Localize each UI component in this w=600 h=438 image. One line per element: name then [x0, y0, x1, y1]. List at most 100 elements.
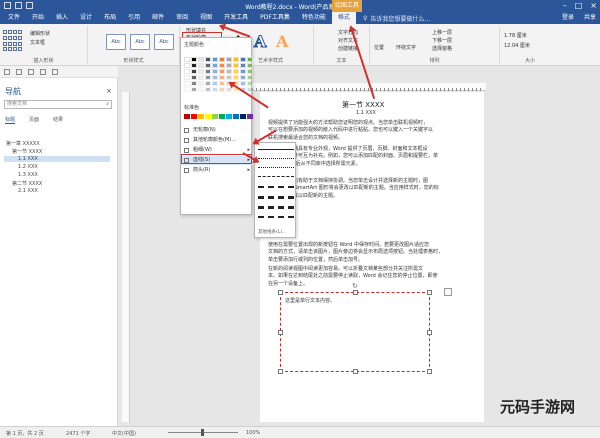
color-swatch[interactable] — [198, 57, 204, 62]
search-icon[interactable]: ⌕ — [106, 101, 109, 108]
dash-style-square-dot[interactable] — [258, 167, 294, 168]
tab-mailings[interactable]: 邮件 — [146, 12, 170, 24]
color-swatch[interactable] — [247, 87, 253, 92]
nav-tab-pages[interactable]: 页面 — [29, 116, 39, 124]
wrap-text-button[interactable]: 环绕文字 — [396, 44, 416, 51]
selection-pane-button[interactable]: 选择窗格 — [432, 45, 452, 52]
standard-color-swatch[interactable] — [205, 114, 211, 119]
nav-item-1-3[interactable]: 1.3 XXX — [18, 172, 38, 178]
color-swatch[interactable] — [212, 69, 218, 74]
more-lines-item[interactable]: 其他线条(L)... — [258, 229, 286, 235]
color-swatch[interactable] — [191, 63, 197, 68]
dash-style-long-dash-dot[interactable] — [258, 206, 294, 209]
shape-style-2[interactable]: Abc — [130, 34, 150, 50]
color-swatch[interactable] — [184, 63, 190, 68]
color-swatch[interactable] — [184, 75, 190, 80]
position-button[interactable]: 位置 — [374, 44, 384, 51]
color-swatch[interactable] — [240, 63, 246, 68]
nav-item-2-1[interactable]: 2.1 XXX — [18, 188, 38, 194]
standard-color-swatch[interactable] — [212, 114, 218, 119]
close-icon[interactable]: × — [106, 87, 112, 95]
nav-tool-icon[interactable] — [4, 68, 10, 75]
color-swatch[interactable] — [240, 75, 246, 80]
color-swatch[interactable] — [205, 87, 211, 92]
standard-color-swatch[interactable] — [233, 114, 239, 119]
standard-color-row[interactable] — [184, 114, 253, 119]
resize-handle[interactable] — [427, 330, 432, 335]
standard-color-swatch[interactable] — [240, 114, 246, 119]
edit-shape-button[interactable]: 编辑形状 — [30, 30, 50, 37]
resize-handle[interactable] — [353, 369, 358, 374]
send-backward-button[interactable]: 下移一层 — [432, 37, 452, 44]
nav-item-1-2[interactable]: 1.2 XXX — [18, 164, 38, 170]
color-swatch[interactable] — [191, 75, 197, 80]
dash-style-long-dash-dot-dot[interactable] — [258, 216, 294, 218]
color-swatch[interactable] — [233, 75, 239, 80]
nav-tool-icon[interactable] — [40, 68, 46, 75]
share-button[interactable]: 共享 — [584, 12, 596, 24]
shape-width-field[interactable]: 12.04 厘米 — [504, 42, 530, 49]
color-swatch[interactable] — [198, 63, 204, 68]
selected-textbox[interactable]: ↻ 这里是单行文本内容。 — [278, 282, 432, 374]
tab-insert[interactable]: 插入 — [50, 12, 74, 24]
color-swatch[interactable] — [184, 57, 190, 62]
textbox-content[interactable]: 这里是单行文本内容。 — [285, 297, 335, 304]
nav-tab-headings[interactable]: 标题 — [5, 116, 16, 124]
create-link-button[interactable]: 创建链接 — [338, 45, 358, 52]
wordart-style-3[interactable]: A — [276, 32, 288, 51]
nav-tool-icon[interactable] — [28, 68, 34, 75]
color-swatch[interactable] — [212, 57, 218, 62]
nav-tab-results[interactable]: 结果 — [53, 116, 63, 124]
close-icon[interactable]: × — [590, 1, 597, 10]
color-swatch[interactable] — [184, 69, 190, 74]
color-swatch[interactable] — [212, 87, 218, 92]
color-swatch[interactable] — [247, 75, 253, 80]
no-outline-item[interactable]: 无轮廓(N) — [181, 126, 253, 135]
resize-handle[interactable] — [278, 290, 283, 295]
shape-height-field[interactable]: 1.78 厘米 — [504, 32, 527, 39]
language-status[interactable]: 中文(中国) — [112, 430, 136, 437]
tab-view[interactable]: 视图 — [194, 12, 218, 24]
color-swatch[interactable] — [240, 57, 246, 62]
draw-textbox-button[interactable]: 文本框 — [30, 39, 45, 46]
color-swatch[interactable] — [191, 87, 197, 92]
color-swatch[interactable] — [247, 57, 253, 62]
color-swatch[interactable] — [226, 57, 232, 62]
dash-style-long-dash[interactable] — [258, 196, 294, 199]
tab-format[interactable]: 格式 — [331, 12, 356, 24]
nav-item-section1[interactable]: 第一节 XXXX — [12, 148, 42, 155]
color-swatch[interactable] — [247, 63, 253, 68]
tab-layout[interactable]: 布局 — [98, 12, 122, 24]
color-swatch[interactable] — [212, 75, 218, 80]
color-swatch[interactable] — [219, 57, 225, 62]
color-swatch[interactable] — [191, 69, 197, 74]
color-swatch[interactable] — [240, 69, 246, 74]
zoom-level[interactable]: 100% — [246, 430, 260, 436]
arrows-item[interactable]: 箭头(R) ▸ — [181, 166, 253, 175]
resize-handle[interactable] — [427, 369, 432, 374]
color-swatch[interactable] — [212, 81, 218, 86]
nav-search-input[interactable]: 搜索文档 ⌕ — [4, 100, 112, 109]
bring-forward-button[interactable]: 上移一层 — [432, 29, 452, 36]
rotate-handle-icon[interactable]: ↻ — [352, 282, 358, 290]
shape-style-1[interactable]: Abc — [106, 34, 126, 50]
color-swatch[interactable] — [212, 63, 218, 68]
color-swatch[interactable] — [233, 57, 239, 62]
dash-style-dash-dot[interactable] — [258, 186, 294, 188]
color-swatch[interactable] — [219, 75, 225, 80]
word-count[interactable]: 2471 个字 — [66, 430, 90, 437]
color-swatch[interactable] — [226, 69, 232, 74]
nav-item-chapter1[interactable]: 第一章 XXXXX — [6, 140, 40, 147]
sign-in-link[interactable]: 登录 — [562, 12, 574, 24]
dash-style-solid[interactable] — [258, 149, 294, 150]
shape-style-3[interactable]: Abc — [154, 34, 174, 50]
resize-handle[interactable] — [278, 330, 283, 335]
zoom-slider[interactable] — [168, 429, 238, 436]
color-swatch[interactable] — [247, 81, 253, 86]
tab-review[interactable]: 审阅 — [170, 12, 194, 24]
tell-me-box[interactable]: ♀ 告诉我您想要做什么... — [363, 14, 430, 23]
dash-style-round-dot[interactable] — [258, 158, 294, 159]
tab-file[interactable]: 文件 — [2, 12, 26, 24]
color-swatch[interactable] — [184, 81, 190, 86]
standard-color-swatch[interactable] — [226, 114, 232, 119]
